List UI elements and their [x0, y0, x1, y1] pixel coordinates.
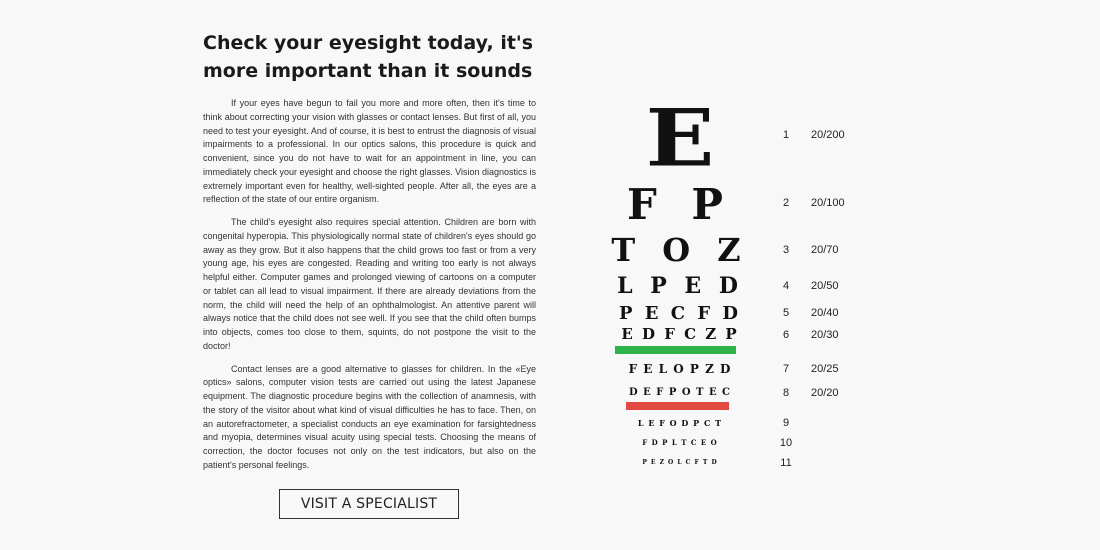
chart-row-1: E	[645, 92, 715, 185]
visit-specialist-button[interactable]: VISIT A SPECIALIST	[279, 489, 459, 519]
row-number: 11	[780, 457, 792, 469]
chart-marker-green	[615, 346, 736, 354]
row-number: 8	[782, 387, 790, 399]
row-number: 6	[782, 329, 790, 341]
article-text: If your eyes have begun to fail you more…	[203, 97, 536, 482]
acuity-label: 20/25	[811, 363, 839, 375]
chart-row-5: P E C F D	[618, 303, 742, 324]
acuity-label: 20/70	[811, 244, 839, 256]
chart-row-7: F E L O P Z D	[628, 362, 732, 376]
chart-row-11: P E Z O L C F T D	[642, 459, 718, 466]
eye-chart: E F P T O Z L P E D P E C F D E D F C Z …	[560, 0, 860, 550]
chart-row-10: F D P L T C E O	[642, 438, 718, 447]
page-title: Check your eyesight today, it's more imp…	[203, 32, 534, 82]
row-number: 1	[782, 129, 790, 141]
article-paragraph: If your eyes have begun to fail you more…	[203, 98, 537, 205]
chart-row-9: L E F O D P C T	[637, 418, 723, 428]
row-number: 5	[782, 307, 790, 319]
chart-row-2: F P	[626, 180, 734, 229]
row-number: 3	[782, 244, 790, 256]
acuity-label: 20/30	[811, 329, 839, 341]
acuity-label: 20/40	[811, 307, 839, 319]
acuity-label: 20/100	[811, 197, 845, 209]
row-number: 10	[779, 437, 793, 449]
acuity-label: 20/200	[811, 129, 845, 141]
acuity-label: 20/50	[811, 280, 839, 292]
chart-row-8: D E F P O T E C	[628, 387, 732, 398]
row-number: 9	[782, 417, 790, 429]
chart-marker-red	[626, 402, 729, 410]
article-paragraph: The child's eyesight also requires speci…	[203, 217, 536, 351]
chart-row-4: L P E D	[617, 273, 743, 299]
row-number: 7	[782, 363, 790, 375]
chart-row-6: E D F C Z P	[621, 325, 739, 343]
row-number: 2	[782, 197, 790, 209]
row-number: 4	[782, 280, 790, 292]
article-paragraph: Contact lenses are a good alternative to…	[203, 363, 536, 470]
chart-row-3: T O Z	[611, 231, 749, 269]
acuity-label: 20/20	[811, 387, 839, 399]
